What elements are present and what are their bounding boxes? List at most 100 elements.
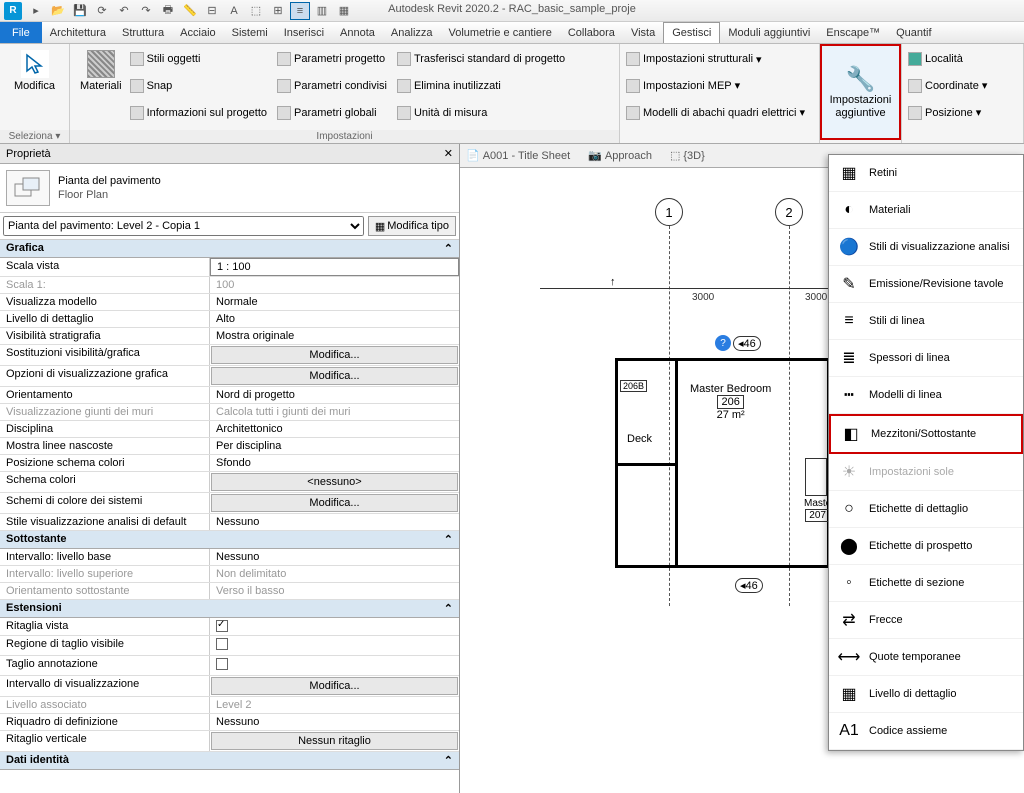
modifica-button[interactable]: Modifica — [4, 46, 65, 96]
dropdown-item[interactable]: A1Codice assieme — [829, 713, 1023, 750]
prop-row[interactable]: Ritaglia vista — [0, 618, 459, 636]
qat-thinlines-icon[interactable]: ≡ — [290, 2, 310, 20]
qat-align-icon[interactable]: ⊟ — [202, 2, 222, 20]
dropdown-item[interactable]: ☀Impostazioni sole — [829, 454, 1023, 491]
prop-row[interactable]: Schema colori<nessuno> — [0, 472, 459, 493]
prop-row[interactable]: Intervallo di visualizzazioneModifica... — [0, 676, 459, 697]
dropdown-item[interactable]: ⬤Etichette di prospetto — [829, 528, 1023, 565]
dropdown-item[interactable]: ◧Mezzitoni/Sottostante — [829, 414, 1023, 454]
prop-row[interactable]: Intervallo: livello baseNessuno — [0, 549, 459, 566]
view-tab-approach[interactable]: 📷Approach — [588, 149, 652, 162]
help-icon[interactable]: ? — [715, 335, 731, 351]
coordinate-button[interactable]: Coordinate ▾ — [906, 78, 1019, 94]
dropdown-item[interactable]: ⇄Frecce — [829, 602, 1023, 639]
qat-text-icon[interactable]: A — [224, 2, 244, 20]
dropdown-item[interactable]: ┅Modelli di linea — [829, 377, 1023, 414]
menu-struttura[interactable]: Struttura — [114, 22, 172, 43]
group-header[interactable]: Grafica⌃ — [0, 240, 459, 258]
elev-tag[interactable]: ◂46 — [733, 336, 761, 351]
imp-mep-button[interactable]: Impostazioni MEP ▾ — [624, 78, 815, 94]
param-globali-button[interactable]: Parametri globali — [275, 105, 389, 121]
prop-row[interactable]: Visualizza modelloNormale — [0, 294, 459, 311]
prop-row[interactable]: Livello associatoLevel 2 — [0, 697, 459, 714]
grid-bubble-2[interactable]: 2 — [775, 198, 803, 226]
materiali-button[interactable]: Materiali — [74, 46, 128, 126]
door-tag[interactable]: 206B — [620, 380, 647, 392]
prop-row[interactable]: Posizione schema coloriSfondo — [0, 455, 459, 472]
menu-volumetrie[interactable]: Volumetrie e cantiere — [441, 22, 560, 43]
menu-acciaio[interactable]: Acciaio — [172, 22, 223, 43]
qat-close-hidden-icon[interactable]: ▥ — [312, 2, 332, 20]
prop-row[interactable]: Riquadro di definizioneNessuno — [0, 714, 459, 731]
grid-bubble-1[interactable]: 1 — [655, 198, 683, 226]
qat-switch-icon[interactable]: ▦ — [334, 2, 354, 20]
prop-row[interactable]: Mostra linee nascostePer disciplina — [0, 438, 459, 455]
impostazioni-aggiuntive-button[interactable]: 🔧 Impostazioni aggiuntive — [820, 44, 901, 140]
modelli-abachi-button[interactable]: Modelli di abachi quadri elettrici ▾ — [624, 105, 815, 121]
dropdown-item[interactable]: ⟷Quote temporanee — [829, 639, 1023, 676]
prop-row[interactable]: Scala 1:100 — [0, 277, 459, 294]
menu-quantif[interactable]: Quantif — [888, 22, 939, 43]
posizione-button[interactable]: Posizione ▾ — [906, 105, 1019, 121]
qat-redo-icon[interactable]: ↷ — [136, 2, 156, 20]
prop-row[interactable]: Livello di dettaglioAlto — [0, 311, 459, 328]
localita-button[interactable]: Località — [906, 51, 1019, 67]
group-header[interactable]: Estensioni⌃ — [0, 600, 459, 618]
prop-row[interactable]: Ritaglio verticaleNessun ritaglio — [0, 731, 459, 752]
elimina-button[interactable]: Elimina inutilizzati — [395, 78, 567, 94]
close-properties-icon[interactable]: ✕ — [444, 147, 453, 160]
prop-row[interactable]: DisciplinaArchitettonico — [0, 421, 459, 438]
qat-open-file-icon[interactable]: 📂 — [48, 2, 68, 20]
dropdown-item[interactable]: ✎Emissione/Revisione tavole — [829, 266, 1023, 303]
prop-row[interactable]: Schemi di colore dei sistemiModifica... — [0, 493, 459, 514]
prop-row[interactable]: Taglio annotazione — [0, 656, 459, 676]
qat-3d-icon[interactable]: ⬚ — [246, 2, 266, 20]
prop-row[interactable]: Stile visualizzazione analisi di default… — [0, 514, 459, 531]
prop-row[interactable]: Opzioni di visualizzazione graficaModifi… — [0, 366, 459, 387]
qat-section-icon[interactable]: ⊞ — [268, 2, 288, 20]
menu-architettura[interactable]: Architettura — [42, 22, 114, 43]
stili-oggetti-button[interactable]: Stili oggetti — [128, 51, 269, 67]
type-preview-icon[interactable] — [6, 170, 50, 206]
snap-button[interactable]: Snap — [128, 78, 269, 94]
prop-row[interactable]: Regione di taglio visibile — [0, 636, 459, 656]
dropdown-item[interactable]: ○Etichette di dettaglio — [829, 491, 1023, 528]
group-header[interactable]: Sottostante⌃ — [0, 531, 459, 549]
prop-row[interactable]: Scala vista1 : 100 — [0, 258, 459, 277]
param-progetto-button[interactable]: Parametri progetto — [275, 51, 389, 67]
menu-moduli[interactable]: Moduli aggiuntivi — [720, 22, 818, 43]
prop-row[interactable]: Visibilità stratigrafiaMostra originale — [0, 328, 459, 345]
dropdown-item[interactable]: ◦Etichette di sezione — [829, 565, 1023, 602]
file-menu[interactable]: File — [0, 22, 42, 43]
edit-type-button[interactable]: ▦ Modifica tipo — [368, 216, 456, 236]
dropdown-item[interactable]: ◐Materiali — [829, 192, 1023, 229]
trasf-standard-button[interactable]: Trasferisci standard di progetto — [395, 51, 567, 67]
dropdown-item[interactable]: ▦Retini — [829, 155, 1023, 192]
param-condivisi-button[interactable]: Parametri condivisi — [275, 78, 389, 94]
menu-collabora[interactable]: Collabora — [560, 22, 623, 43]
dropdown-item[interactable]: ≡Stili di linea — [829, 303, 1023, 340]
menu-sistemi[interactable]: Sistemi — [224, 22, 276, 43]
menu-inserisci[interactable]: Inserisci — [276, 22, 332, 43]
view-tab-3d[interactable]: ⬚{3D} — [670, 149, 705, 162]
qat-sync-icon[interactable]: ⟳ — [92, 2, 112, 20]
menu-annota[interactable]: Annota — [332, 22, 383, 43]
menu-gestisci[interactable]: Gestisci — [663, 22, 720, 43]
qat-measure-icon[interactable]: 📏 — [180, 2, 200, 20]
qat-undo-icon[interactable]: ↶ — [114, 2, 134, 20]
group-header[interactable]: Dati identità⌃ — [0, 752, 459, 770]
qat-save-icon[interactable]: 💾 — [70, 2, 90, 20]
view-tab-titlesheet[interactable]: 📄A001 - Title Sheet — [466, 149, 570, 162]
menu-enscape[interactable]: Enscape™ — [818, 22, 888, 43]
dropdown-item[interactable]: ≣Spessori di linea — [829, 340, 1023, 377]
unita-button[interactable]: Unità di misura — [395, 105, 567, 121]
menu-analizza[interactable]: Analizza — [383, 22, 441, 43]
prop-row[interactable]: Visualizzazione giunti dei muriCalcola t… — [0, 404, 459, 421]
info-progetto-button[interactable]: Informazioni sul progetto — [128, 105, 269, 121]
imp-strutturali-button[interactable]: Impostazioni strutturali ▾ — [624, 51, 815, 67]
menu-vista[interactable]: Vista — [623, 22, 663, 43]
prop-row[interactable]: OrientamentoNord di progetto — [0, 387, 459, 404]
qat-print-icon[interactable]: 🖶 — [158, 2, 178, 20]
prop-row[interactable]: Intervallo: livello superioreNon delimit… — [0, 566, 459, 583]
dropdown-item[interactable]: ▦Livello di dettaglio — [829, 676, 1023, 713]
